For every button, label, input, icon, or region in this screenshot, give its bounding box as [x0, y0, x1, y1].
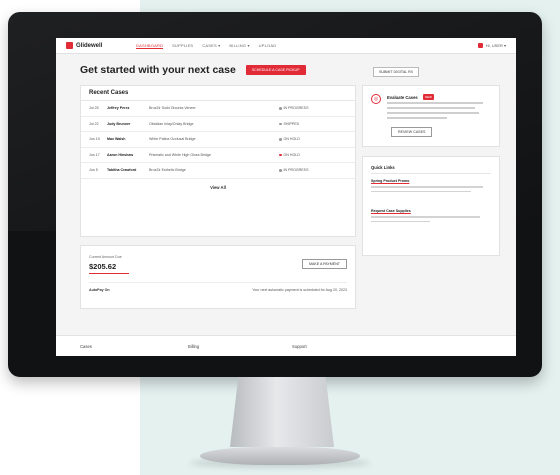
- quick-link-supplies[interactable]: Request Case Supplies: [371, 209, 489, 213]
- page-title: Get started with your next case: [80, 64, 236, 76]
- case-date: Jul 25: [89, 106, 99, 111]
- quick-links-title: Quick Links: [371, 165, 395, 170]
- status-badge: IN PROGRESS: [279, 106, 308, 110]
- new-badge: NEW: [423, 94, 434, 100]
- status-text: IN PROGRESS: [283, 106, 309, 111]
- logo-text: Glidewell: [76, 42, 103, 49]
- amount-due-label: Current Amount Due: [89, 255, 122, 259]
- footer-support-link[interactable]: Support: [292, 344, 307, 349]
- payment-card: Current Amount Due $205.62 MAKE A PAYMEN…: [80, 245, 356, 309]
- heading-row: Get started with your next case SCHEDULE…: [80, 64, 400, 76]
- patient-name: Tabitha Crawford: [107, 168, 137, 173]
- top-navigation-bar: Glidewell DASHBOARD SUPPLIES CASES ▾ BIL…: [56, 38, 516, 54]
- quick-link-item[interactable]: Spring Product Promo: [371, 179, 489, 193]
- status-dot-icon: [279, 138, 282, 141]
- evaluate-description: [387, 102, 487, 122]
- evaluate-cases-card: ◎ Evaluate Cases NEW REVIEW CASES: [362, 85, 500, 147]
- quick-links-divider: [371, 173, 491, 174]
- case-description: BruxZir Esthetic Bridge: [149, 168, 186, 173]
- nav-billing[interactable]: BILLING ▾: [229, 43, 249, 49]
- nav-cases[interactable]: CASES ▾: [202, 43, 220, 49]
- status-dot-icon: [279, 107, 282, 110]
- table-row[interactable]: Jul 25 Jeffrey Perez BruxZir Solid Zirco…: [81, 101, 355, 117]
- case-date: Jun 17: [89, 152, 100, 157]
- table-row[interactable]: Jun 19 Max Walsh White Patina Occlusal B…: [81, 132, 355, 148]
- user-icon: [477, 43, 483, 48]
- case-date: Jul 22: [89, 121, 99, 126]
- case-date: Jun 19: [89, 137, 100, 142]
- footer: Cases Billing Support: [56, 335, 516, 356]
- logo-icon: [66, 42, 73, 49]
- nav-upload[interactable]: UPLOAD: [259, 43, 277, 49]
- monitor-stand-neck: [230, 377, 334, 447]
- payment-divider: [89, 282, 347, 283]
- patient-name: Judy Brunner: [107, 121, 131, 126]
- status-text: ON HOLD: [283, 152, 300, 157]
- monitor-stand-base: [200, 447, 360, 465]
- status-badge: ON HOLD: [279, 137, 300, 141]
- monitor-screen: Glidewell DASHBOARD SUPPLIES CASES ▾ BIL…: [56, 38, 516, 356]
- amount-due-value: $205.62: [89, 262, 129, 274]
- recent-cases-card: Recent Cases Jul 25 Jeffrey Perez BruxZi…: [80, 85, 356, 237]
- status-text: SHIPPED: [283, 121, 300, 126]
- evaluate-title: Evaluate Cases: [387, 95, 418, 100]
- footer-cases-link[interactable]: Cases: [80, 344, 92, 349]
- status-dot-icon: [279, 153, 282, 156]
- user-menu-label: Hi, USER ▾: [485, 43, 506, 48]
- quick-link-promo[interactable]: Spring Product Promo: [371, 179, 489, 183]
- status-text: IN PROGRESS: [283, 168, 309, 173]
- case-description: Prismatic and White High Gloss Bridge: [149, 152, 211, 157]
- view-all-link[interactable]: View All: [81, 185, 355, 190]
- evaluate-icon: ◎: [371, 94, 381, 104]
- status-dot-icon: [279, 122, 282, 125]
- autopay-note: Your next automatic payment is scheduled…: [252, 288, 347, 292]
- case-date: Jun 5: [89, 168, 98, 173]
- status-badge: ON HOLD: [279, 153, 300, 157]
- brand-logo[interactable]: Glidewell: [66, 42, 136, 49]
- user-menu[interactable]: Hi, USER ▾: [477, 43, 506, 48]
- status-dot-icon: [279, 169, 282, 172]
- schedule-pickup-button[interactable]: SCHEDULE A CASE PICKUP: [245, 65, 306, 75]
- main-nav: DASHBOARD SUPPLIES CASES ▾ BILLING ▾ UPL…: [136, 43, 276, 49]
- make-payment-button[interactable]: MAKE A PAYMENT: [301, 259, 347, 269]
- table-row[interactable]: Jun 17 Aaron Hinshaw Prismatic and White…: [81, 148, 355, 163]
- footer-billing-link[interactable]: Billing: [188, 344, 199, 349]
- quick-links-card: Quick Links Spring Product Promo Request…: [362, 156, 500, 256]
- patient-name: Aaron Hinshaw: [107, 152, 134, 157]
- case-description: BruxZir Solid Zirconia Veneer: [149, 106, 196, 111]
- table-row[interactable]: Jun 5 Tabitha Crawford BruxZir Esthetic …: [81, 163, 355, 179]
- status-badge: SHIPPED: [279, 122, 299, 126]
- status-text: ON HOLD: [283, 137, 300, 142]
- case-description: Obsidian Inlay/Onlay Bridge: [149, 121, 194, 126]
- table-row[interactable]: Jul 22 Judy Brunner Obsidian Inlay/Onlay…: [81, 117, 355, 132]
- nav-dashboard[interactable]: DASHBOARD: [136, 43, 164, 49]
- recent-cases-title: Recent Cases: [81, 86, 355, 101]
- nav-supplies[interactable]: SUPPLIES: [172, 43, 193, 49]
- review-cases-button[interactable]: REVIEW CASES: [391, 127, 433, 137]
- submit-digital-rx-button[interactable]: SUBMIT DIGITAL RX: [373, 67, 420, 77]
- status-badge: IN PROGRESS: [279, 168, 308, 172]
- patient-name: Max Walsh: [107, 137, 126, 142]
- patient-name: Jeffrey Perez: [107, 106, 130, 111]
- case-description: White Patina Occlusal Bridge: [149, 137, 196, 142]
- autopay-status[interactable]: AutoPay On: [89, 288, 110, 292]
- quick-link-item[interactable]: Request Case Supplies: [371, 209, 489, 223]
